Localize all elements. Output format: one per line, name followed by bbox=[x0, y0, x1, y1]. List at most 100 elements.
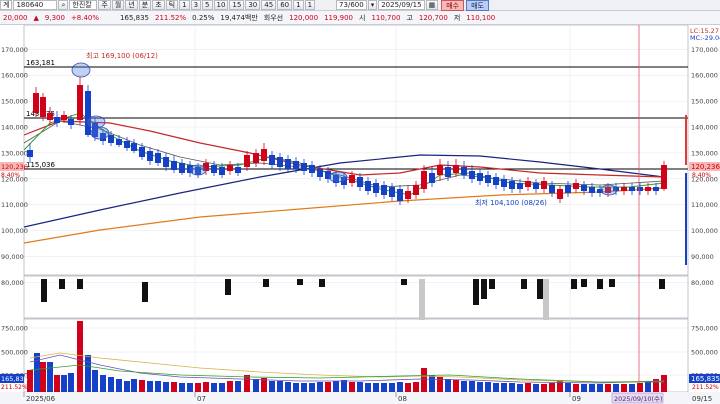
candle-body bbox=[653, 187, 659, 191]
left-volume-tick: 750,000 bbox=[1, 325, 28, 333]
volume-bar bbox=[85, 355, 91, 392]
volume-bar bbox=[397, 382, 403, 392]
period-week-button[interactable]: 주 bbox=[98, 0, 111, 10]
highlight-marker bbox=[328, 171, 348, 183]
volume-bar bbox=[613, 384, 619, 392]
interval-30-button[interactable]: 30 bbox=[245, 0, 261, 10]
candle-body bbox=[235, 167, 241, 173]
volume-bar bbox=[365, 383, 371, 392]
candle-body bbox=[139, 147, 145, 157]
price-panel[interactable] bbox=[23, 24, 689, 276]
candle-body bbox=[501, 179, 507, 187]
volume-bar bbox=[325, 382, 331, 392]
change-percent: +8.40% bbox=[70, 13, 100, 22]
right-price-badge: 120,236 bbox=[691, 163, 720, 171]
chevron-down-icon[interactable]: ▾ bbox=[367, 0, 378, 10]
candle-body bbox=[373, 183, 379, 193]
indicator-bar bbox=[59, 279, 65, 289]
indicator-bar bbox=[609, 279, 615, 287]
candle-body bbox=[469, 171, 475, 179]
candle-body bbox=[309, 165, 315, 173]
left-axis-tick: 130,000 bbox=[1, 149, 28, 157]
candle-body bbox=[589, 187, 595, 193]
volume-bar bbox=[77, 321, 83, 392]
candle-body bbox=[124, 141, 130, 148]
candle-body bbox=[437, 165, 443, 175]
date-field[interactable]: 2025/09/15 bbox=[378, 0, 425, 10]
interval-15-button[interactable]: 15 bbox=[229, 0, 245, 10]
stock-search-icon[interactable]: ⌕ bbox=[58, 0, 69, 10]
volume-bar bbox=[211, 383, 217, 392]
candle-body bbox=[381, 185, 387, 195]
left-price-pct: 8.40% bbox=[1, 172, 20, 179]
change-arrow-icon: ▲ bbox=[33, 13, 39, 22]
interval-45-button[interactable]: 45 bbox=[261, 0, 277, 10]
period-minute-button[interactable]: 분 bbox=[138, 0, 152, 10]
volume-bar bbox=[131, 379, 137, 392]
volume-bar bbox=[493, 383, 499, 392]
interval-5-button[interactable]: 5 bbox=[202, 0, 213, 10]
chart-area[interactable]: 170,000 160,000 150,000 140,000 130,000 120,0… bbox=[0, 24, 720, 404]
candle-body bbox=[219, 167, 225, 175]
candle-body bbox=[54, 117, 60, 123]
candle-body bbox=[365, 181, 371, 191]
volume-bar bbox=[27, 370, 33, 392]
indicator-bar bbox=[41, 279, 47, 302]
sell-button[interactable]: 매도 bbox=[466, 0, 489, 11]
candle-body bbox=[147, 151, 153, 161]
volume-bar bbox=[253, 379, 259, 392]
page-counter[interactable]: 73/600 bbox=[336, 0, 367, 10]
interval-10-button[interactable]: 10 bbox=[213, 0, 229, 10]
extra-button-2[interactable]: 1 bbox=[304, 0, 316, 10]
extra-button-1[interactable]: 1 bbox=[293, 0, 304, 10]
left-axis-tick: 170,000 bbox=[1, 46, 28, 54]
candle-body bbox=[261, 149, 267, 161]
indicator-bar bbox=[581, 279, 587, 287]
candle-body bbox=[293, 161, 299, 169]
current-price: 20,000 bbox=[3, 13, 28, 22]
period-month-button[interactable]: 월 bbox=[111, 0, 125, 10]
right-axis-tick: 110,000 bbox=[691, 201, 718, 209]
volume-bar bbox=[661, 375, 667, 392]
candle-body bbox=[557, 189, 563, 199]
left-axis-tick: 100,000 bbox=[1, 227, 28, 235]
volume-ratio: 211.52% bbox=[155, 13, 187, 22]
candle-body bbox=[477, 173, 483, 181]
candle-body bbox=[453, 165, 459, 173]
price-chart[interactable]: 170,000160,000150,000140,000130,000120,0… bbox=[0, 24, 720, 404]
candle-body bbox=[413, 185, 419, 195]
buy-button[interactable]: 매수 bbox=[441, 0, 465, 11]
volume-axis-tick: 750,000 bbox=[691, 325, 718, 333]
stock-code-input[interactable]: 180640 bbox=[13, 0, 58, 10]
volume-bar bbox=[477, 382, 483, 392]
candle-body bbox=[40, 97, 46, 117]
volume-bar bbox=[589, 384, 595, 392]
period-second-button[interactable]: 초 bbox=[152, 0, 165, 10]
calendar-icon[interactable]: ▦ bbox=[425, 0, 439, 10]
interval-3-button[interactable]: 3 bbox=[190, 0, 202, 10]
left-price-badge: 120,236 bbox=[1, 163, 28, 171]
period-tick-button[interactable]: 틱 bbox=[165, 0, 179, 10]
indicator-bar bbox=[263, 279, 269, 287]
candle-body bbox=[445, 167, 451, 177]
period-year-button[interactable]: 년 bbox=[125, 0, 138, 10]
volume-bar bbox=[179, 383, 185, 392]
account-label[interactable]: 계 bbox=[0, 0, 13, 10]
interval-60-button[interactable]: 60 bbox=[277, 0, 293, 10]
volume-axis-tick: 500,000 bbox=[691, 349, 718, 357]
indicator-bar bbox=[521, 279, 527, 289]
open-price: 110,700 bbox=[371, 13, 401, 22]
ask-price-1: 120,000 bbox=[289, 13, 319, 22]
left-volume-badge: 165,835 bbox=[1, 375, 28, 383]
change-value: 9,300 bbox=[44, 13, 65, 22]
candle-body bbox=[421, 171, 427, 189]
volume-bar bbox=[203, 382, 209, 392]
indicator-bar bbox=[659, 279, 665, 289]
candle-body bbox=[349, 175, 355, 183]
candle-body bbox=[645, 187, 651, 191]
high-price: 120,700 bbox=[418, 13, 448, 22]
candle-body bbox=[33, 93, 39, 113]
interval-1-button[interactable]: 1 bbox=[179, 0, 190, 10]
candle-body bbox=[155, 153, 161, 163]
indicator-bar bbox=[597, 279, 603, 289]
